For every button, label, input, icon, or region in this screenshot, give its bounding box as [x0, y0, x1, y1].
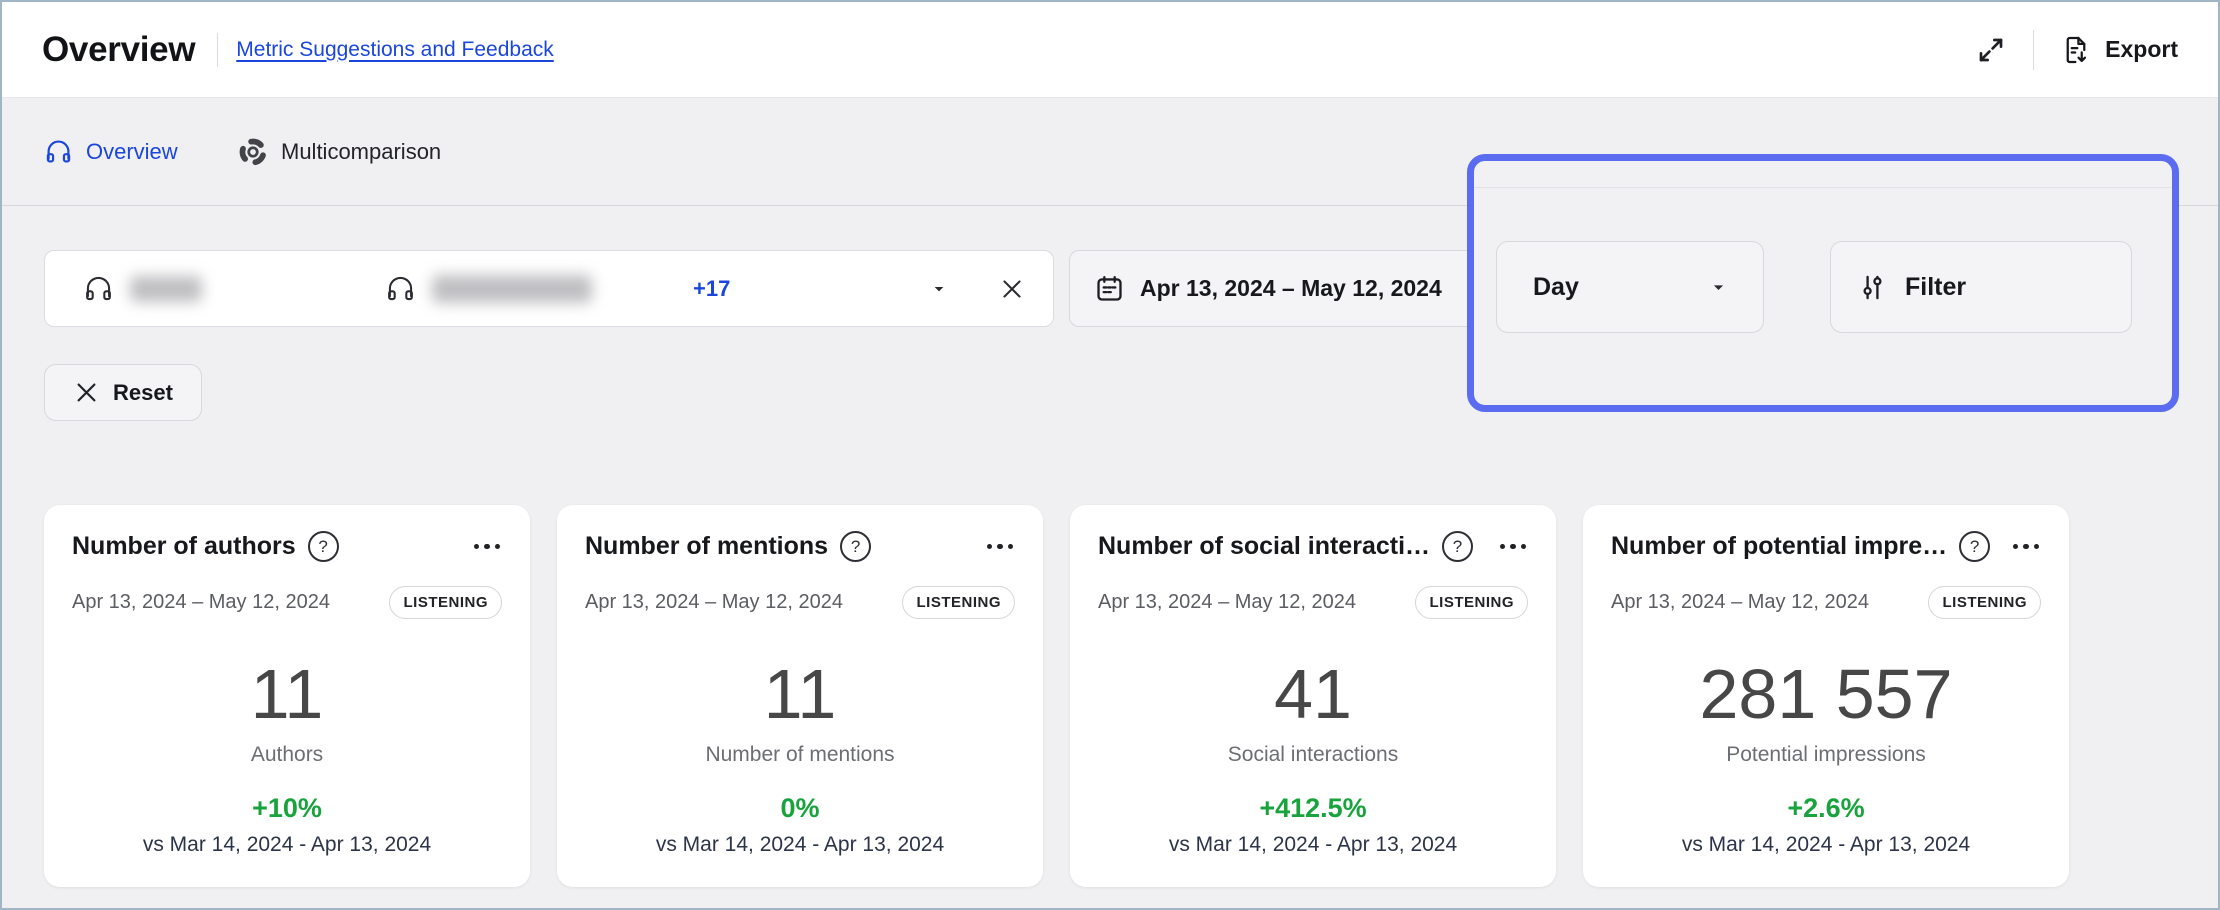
metric-change: +2.6%: [1611, 793, 2041, 824]
metric-value: 281 557: [1611, 659, 2041, 729]
tab-overview[interactable]: Overview: [44, 98, 178, 205]
help-icon[interactable]: ?: [1959, 531, 1990, 562]
expand-button[interactable]: [1975, 34, 2007, 66]
granularity-value: Day: [1533, 273, 1579, 302]
export-label: Export: [2105, 36, 2178, 63]
metric-change: +412.5%: [1098, 793, 1528, 824]
highlight-annotation: Day Filter: [1467, 154, 2179, 412]
card-date-range: Apr 13, 2024 – May 12, 2024: [1611, 591, 1869, 614]
reset-button[interactable]: Reset: [44, 364, 202, 421]
metric-card-mentions: Number of mentions ? Apr 13, 2024 – May …: [557, 505, 1043, 887]
metric-suggestions-link[interactable]: Metric Suggestions and Feedback: [236, 38, 554, 62]
redacted-project-name: [432, 275, 592, 303]
chevron-down-icon: [931, 281, 947, 297]
metric-label: Authors: [72, 743, 502, 767]
app-window: Overview Metric Suggestions and Feedback: [0, 0, 2220, 910]
listening-badge: LISTENING: [1928, 586, 2041, 619]
help-icon[interactable]: ?: [1442, 531, 1473, 562]
expand-icon: [1975, 34, 2007, 66]
project-selector[interactable]: +17: [44, 250, 1054, 327]
metric-card-potential-impressions: Number of potential impre… ? Apr 13, 202…: [1583, 505, 2069, 887]
close-icon: [73, 379, 100, 406]
filter-button[interactable]: Filter: [1830, 241, 2132, 333]
metric-card-social-interactions: Number of social interacti… ? Apr 13, 20…: [1070, 505, 1556, 887]
sliders-icon: [1857, 272, 1888, 303]
card-date-range: Apr 13, 2024 – May 12, 2024: [585, 591, 843, 614]
metric-label: Social interactions: [1098, 743, 1528, 767]
metric-label: Potential impressions: [1611, 743, 2041, 767]
granularity-dropdown[interactable]: Day: [1496, 241, 1764, 333]
card-date-range: Apr 13, 2024 – May 12, 2024: [1098, 591, 1356, 614]
metric-value: 11: [72, 659, 502, 729]
filter-label: Filter: [1905, 273, 1966, 302]
metric-comparison-period: vs Mar 14, 2024 - Apr 13, 2024: [1098, 833, 1528, 857]
listening-badge: LISTENING: [902, 586, 1015, 619]
tab-multicomparison[interactable]: Multicomparison: [238, 98, 441, 205]
metric-comparison-period: vs Mar 14, 2024 - Apr 13, 2024: [1611, 833, 2041, 857]
card-title: Number of authors: [72, 532, 296, 561]
reset-label: Reset: [113, 380, 173, 406]
header-actions: Export: [1975, 30, 2178, 70]
card-title: Number of potential impre…: [1611, 532, 1947, 561]
multicomparison-icon: [238, 137, 268, 167]
metric-comparison-period: vs Mar 14, 2024 - Apr 13, 2024: [72, 833, 502, 857]
listening-badge: LISTENING: [389, 586, 502, 619]
metric-value: 41: [1098, 659, 1528, 729]
more-projects-count: +17: [693, 276, 730, 302]
help-icon[interactable]: ?: [840, 531, 871, 562]
card-title: Number of social interacti…: [1098, 532, 1430, 561]
card-date-range: Apr 13, 2024 – May 12, 2024: [72, 591, 330, 614]
help-icon[interactable]: ?: [308, 531, 339, 562]
tab-multicomparison-label: Multicomparison: [281, 139, 441, 165]
headphones-icon: [385, 273, 416, 304]
listening-badge: LISTENING: [1415, 586, 1528, 619]
metric-comparison-period: vs Mar 14, 2024 - Apr 13, 2024: [585, 833, 1015, 857]
metric-card-authors: Number of authors ? Apr 13, 2024 – May 1…: [44, 505, 530, 887]
calendar-icon: [1094, 273, 1125, 304]
selected-project-1: [83, 273, 385, 304]
kebab-menu-icon[interactable]: [1498, 538, 1529, 556]
kebab-menu-icon[interactable]: [2011, 538, 2042, 556]
tab-overview-label: Overview: [86, 139, 178, 165]
chevron-down-icon: [1710, 279, 1727, 296]
export-document-icon: [2060, 34, 2092, 66]
metric-value: 11: [585, 659, 1015, 729]
clear-projects-button[interactable]: [999, 276, 1025, 302]
headphones-icon: [83, 273, 114, 304]
export-button[interactable]: Export: [2060, 34, 2178, 66]
kebab-menu-icon[interactable]: [472, 538, 503, 556]
headphones-icon: [44, 137, 73, 166]
selected-project-2: [385, 273, 687, 304]
kebab-menu-icon[interactable]: [985, 538, 1016, 556]
project-selector-controls: [931, 276, 1025, 302]
card-title: Number of mentions: [585, 532, 828, 561]
header-divider: [217, 33, 218, 67]
metric-change: 0%: [585, 793, 1015, 824]
annotation-inner-divider: [1474, 187, 2172, 188]
metric-change: +10%: [72, 793, 502, 824]
redacted-project-name: [130, 276, 202, 302]
page-header: Overview Metric Suggestions and Feedback: [2, 2, 2218, 98]
date-range-picker[interactable]: Apr 13, 2024 – May 12, 2024: [1069, 250, 1482, 327]
page-title: Overview: [42, 30, 195, 70]
header-actions-divider: [2033, 30, 2034, 70]
date-range-label: Apr 13, 2024 – May 12, 2024: [1140, 275, 1442, 302]
metric-label: Number of mentions: [585, 743, 1015, 767]
